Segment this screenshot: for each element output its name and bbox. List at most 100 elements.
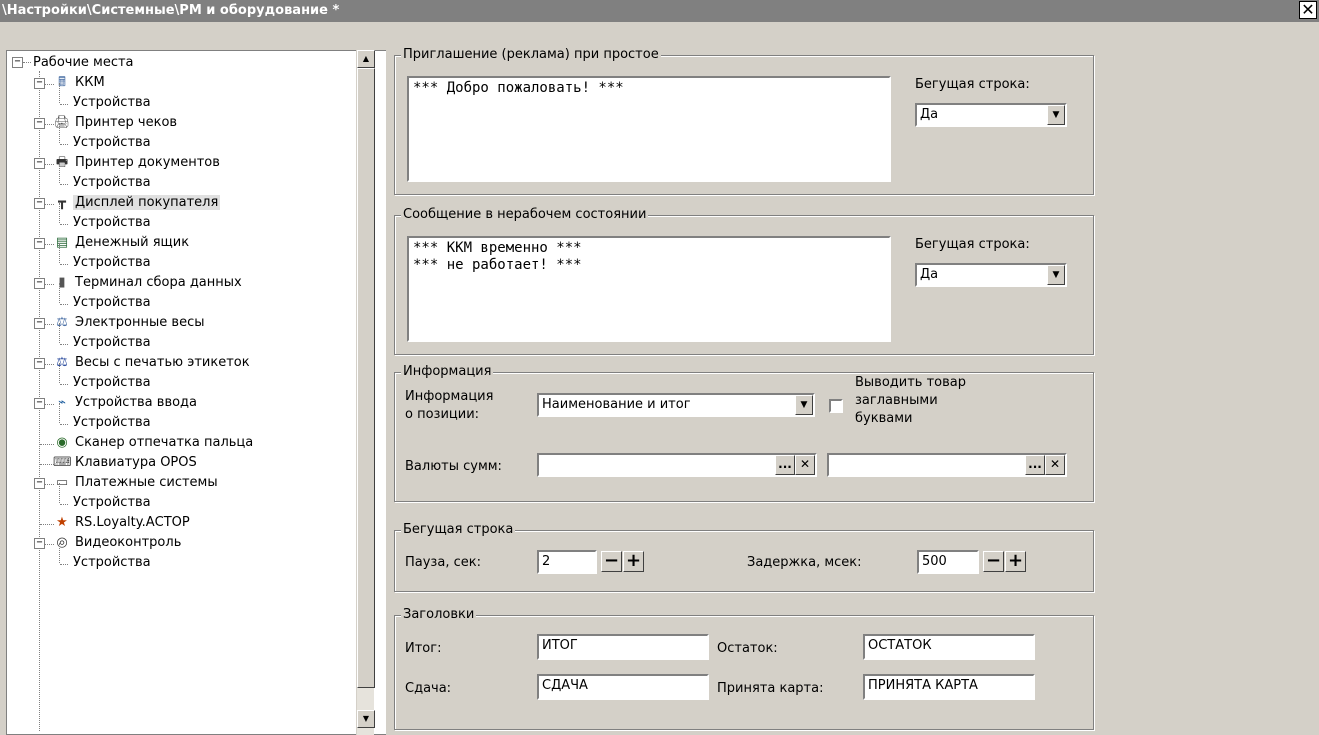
- browse-button-1[interactable]: ...: [775, 455, 795, 475]
- tree-item-devices[interactable]: Устройства: [71, 213, 153, 233]
- tree-item-device-type[interactable]: Весы с печатью этикеток: [73, 353, 252, 373]
- tree-item-devices[interactable]: Устройства: [71, 133, 153, 153]
- close-icon[interactable]: ✕: [1299, 1, 1317, 19]
- tree-item-devices[interactable]: Устройства: [71, 93, 153, 113]
- tree-item-devices[interactable]: Устройства: [71, 413, 153, 433]
- currency-field-2[interactable]: ... ✕: [827, 453, 1067, 477]
- tree-item-device-type[interactable]: Электронные весы: [73, 313, 206, 333]
- tree-item-label: Видеоконтроль: [75, 535, 182, 550]
- tree-item-devices[interactable]: Устройства: [71, 493, 153, 513]
- tree-item-devices[interactable]: Устройства: [71, 553, 153, 573]
- clear-icon[interactable]: ✕: [1045, 455, 1065, 475]
- tree-item-label: Дисплей покупателя: [73, 195, 221, 210]
- tree-item-label: Устройства: [73, 135, 151, 150]
- workplaces-tree[interactable]: − Рабочие места − 🖩 ККМ Устройства − 🖨 Принтер…: [6, 50, 386, 735]
- scroll-thumb[interactable]: [357, 68, 375, 688]
- headers-legend: Заголовки: [401, 607, 477, 623]
- tree-item-devices[interactable]: Устройства: [71, 373, 153, 393]
- tree-expander[interactable]: −: [34, 398, 45, 409]
- tree-item-device-type[interactable]: Терминал сбора данных: [73, 273, 244, 293]
- invitation-running-label: Бегущая строка:: [915, 77, 1030, 92]
- position-info-select[interactable]: Наименование и итог ▼: [537, 393, 815, 417]
- tree-item-devices[interactable]: Устройства: [71, 173, 153, 193]
- tree-item-device-type[interactable]: Принтер чеков: [73, 113, 179, 133]
- clear-icon[interactable]: ✕: [795, 455, 815, 475]
- tree-expander-root[interactable]: −: [12, 57, 23, 68]
- rest-input[interactable]: ОСТАТОК: [863, 634, 1035, 660]
- tree-item-device-type[interactable]: Принтер документов: [73, 153, 222, 173]
- offline-running-select[interactable]: Да ▼: [915, 263, 1067, 287]
- tree-item-device-type[interactable]: Денежный ящик: [73, 233, 191, 253]
- invitation-running-select[interactable]: Да ▼: [915, 103, 1067, 127]
- invitation-running-value: Да: [920, 107, 939, 122]
- offline-message-legend: Сообщение в нерабочем состоянии: [401, 207, 649, 223]
- data-terminal-icon: ▮: [58, 275, 66, 290]
- window-title: \Настройки\Системные\РМ и оборудование *: [2, 3, 340, 18]
- tree-expander[interactable]: −: [34, 478, 45, 489]
- uppercase-label-1: Выводить товар: [855, 375, 967, 390]
- total-input[interactable]: ИТОГ: [537, 634, 709, 660]
- tree-item-device-type[interactable]: ККМ: [73, 73, 107, 93]
- chevron-down-icon[interactable]: ▼: [795, 395, 813, 415]
- tree-item-device-type[interactable]: Сканер отпечатка пальца: [73, 433, 255, 453]
- tree-item-label: Устройства: [73, 255, 151, 270]
- tree-item-label: Принтер чеков: [75, 115, 178, 130]
- document-printer-icon: 🖶: [55, 155, 69, 170]
- tree-item-label: Электронные весы: [75, 315, 205, 330]
- pause-value: 2: [542, 554, 551, 569]
- browse-button-2[interactable]: ...: [1025, 455, 1045, 475]
- tree-item-devices[interactable]: Устройства: [71, 293, 153, 313]
- ticker-group: Бегущая строка Пауза, сек: 2 − + Задержк…: [394, 522, 1094, 592]
- uppercase-checkbox[interactable]: [829, 399, 843, 413]
- tree-expander[interactable]: −: [34, 158, 45, 169]
- delay-input[interactable]: 500: [917, 550, 979, 574]
- tree-expander[interactable]: −: [34, 358, 45, 369]
- position-info-value: Наименование и итог: [542, 397, 691, 412]
- tree-item-label: Денежный ящик: [75, 235, 190, 250]
- card-input[interactable]: ПРИНЯТА КАРТА: [863, 674, 1035, 700]
- tree-item-devices[interactable]: Устройства: [71, 253, 153, 273]
- invitation-legend: Приглашение (реклама) при простое: [401, 47, 661, 63]
- delay-plus-button[interactable]: +: [1005, 551, 1026, 572]
- change-input[interactable]: СДАЧА: [537, 674, 709, 700]
- pause-plus-button[interactable]: +: [623, 551, 644, 572]
- tree-expander[interactable]: −: [34, 198, 45, 209]
- pause-input[interactable]: 2: [537, 550, 597, 574]
- scroll-up-icon[interactable]: ▲: [357, 50, 375, 68]
- tree-expander[interactable]: −: [34, 118, 45, 129]
- chevron-down-icon[interactable]: ▼: [1047, 265, 1065, 285]
- tree-item-device-type[interactable]: Устройства ввода: [73, 393, 199, 413]
- position-label-2: о позиции:: [405, 407, 480, 422]
- tree-item-device-type[interactable]: RS.Loyalty.АСТОР: [73, 513, 192, 533]
- tree-expander[interactable]: −: [34, 538, 45, 549]
- currency-field-1[interactable]: ... ✕: [537, 453, 817, 477]
- tree-item-label: Устройства: [73, 415, 151, 430]
- tree-expander[interactable]: −: [34, 318, 45, 329]
- scroll-down-icon[interactable]: ▼: [357, 710, 375, 728]
- tree-item-device-type[interactable]: Клавиатура OPOS: [73, 453, 199, 473]
- tree-item-device-type[interactable]: Дисплей покупателя: [73, 193, 221, 213]
- delay-label: Задержка, мсек:: [747, 555, 862, 570]
- customer-display-icon: ┳: [58, 195, 66, 210]
- info-group: Информация Информация о позиции: Наимено…: [394, 364, 1094, 502]
- tree-scrollbar[interactable]: ▲ ▼: [356, 50, 375, 735]
- tree-expander[interactable]: −: [34, 278, 45, 289]
- invitation-text[interactable]: *** Добро пожаловать! ***: [407, 76, 891, 182]
- cash-drawer-icon: ▤: [55, 235, 69, 250]
- offline-running-value: Да: [920, 267, 939, 282]
- tree-item-device-type[interactable]: Видеоконтроль: [73, 533, 183, 553]
- change-label: Сдача:: [405, 681, 452, 696]
- offline-message-text[interactable]: *** ККМ временно *** *** не работает! **…: [407, 236, 891, 342]
- chevron-down-icon[interactable]: ▼: [1047, 105, 1065, 125]
- tree-root-label: Рабочие места: [33, 55, 134, 70]
- input-device-icon: ⌁: [58, 395, 66, 410]
- tree-item-devices[interactable]: Устройства: [71, 333, 153, 353]
- pause-minus-button[interactable]: −: [601, 551, 622, 572]
- delay-minus-button[interactable]: −: [983, 551, 1004, 572]
- tree-item-device-type[interactable]: Платежные системы: [73, 473, 220, 493]
- info-legend: Информация: [401, 364, 494, 380]
- tree-expander[interactable]: −: [34, 78, 45, 89]
- tree-item-root[interactable]: Рабочие места: [31, 53, 136, 73]
- tree-expander[interactable]: −: [34, 238, 45, 249]
- tree-item-label: Клавиатура OPOS: [75, 455, 197, 470]
